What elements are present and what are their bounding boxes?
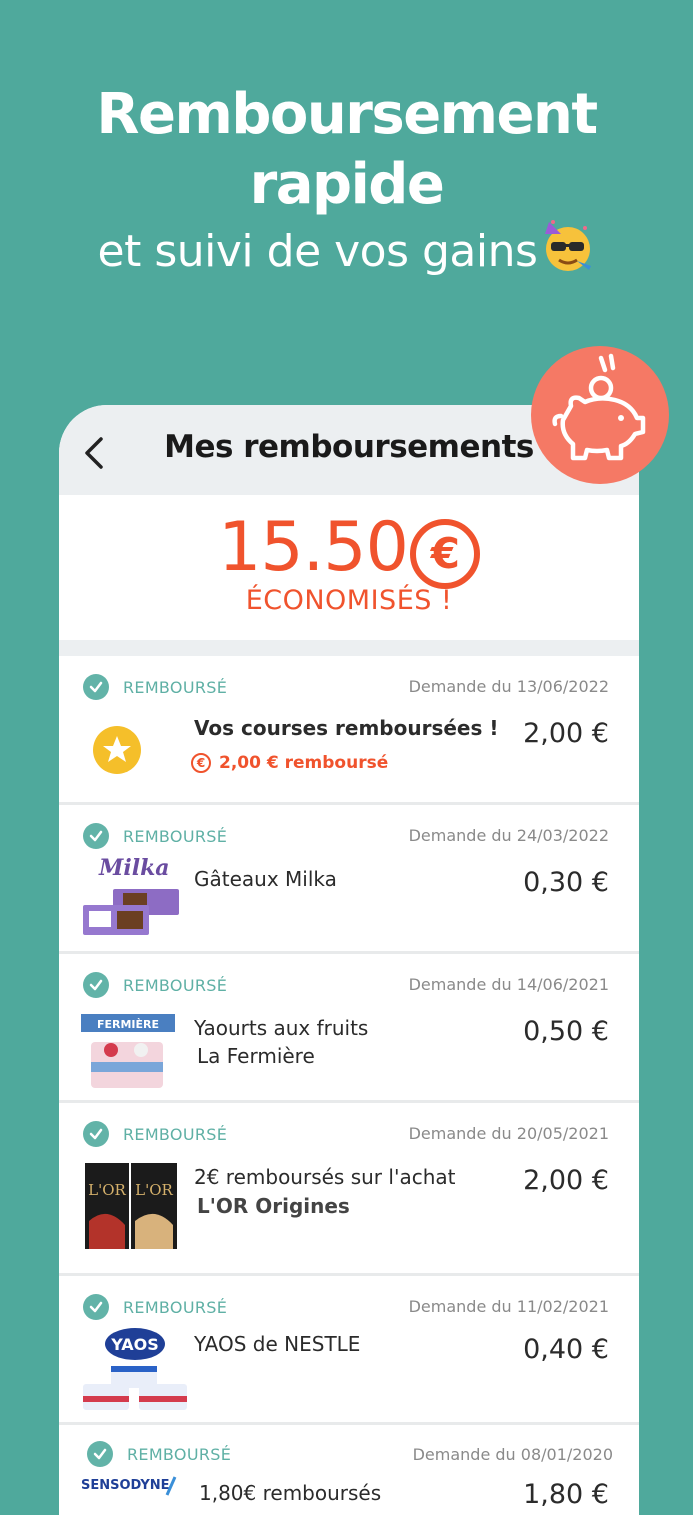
brand-logo-text: Milka [98, 855, 170, 881]
cashback-text: 2,00 € remboursé [219, 753, 389, 773]
savings-label: ÉCONOMISÉS ! [245, 585, 453, 616]
request-date: Demande du 24/03/2022 [408, 826, 609, 845]
status-badge: REMBOURSÉ [123, 677, 228, 697]
hero-subtitle: et suivi de vos gains [0, 220, 693, 282]
hero-title: Remboursement rapide [96, 82, 598, 217]
check-icon [87, 1441, 113, 1467]
item-subtitle: L'OR Origines [197, 1194, 350, 1218]
request-date: Demande du 08/01/2020 [412, 1445, 613, 1464]
status-row: REMBOURSÉ [87, 1441, 231, 1467]
check-icon [83, 1121, 109, 1147]
savings-amount: 15.50 € [59, 509, 639, 589]
piggy-bank-icon [552, 353, 646, 461]
request-date: Demande du 14/06/2021 [408, 975, 609, 994]
refund-list: REMBOURSÉ Demande du 13/06/2022 Vos cour… [59, 656, 639, 1515]
request-date: Demande du 11/02/2021 [408, 1297, 609, 1316]
item-title: 1,80€ remboursés [199, 1481, 382, 1505]
lor-product-image: L'OR L'OR [81, 1161, 181, 1253]
check-icon [83, 1294, 109, 1320]
status-badge: REMBOURSÉ [123, 1297, 228, 1317]
fermiere-product-image: FERMIÈRE [81, 1006, 181, 1090]
item-price: 0,40 € [523, 1334, 609, 1365]
item-title: 2€ remboursés sur l'achat [194, 1165, 456, 1189]
list-item[interactable]: REMBOURSÉ Demande du 13/06/2022 Vos cour… [59, 656, 639, 805]
euro-circle-icon: € [409, 519, 480, 589]
item-price: 0,50 € [523, 1016, 609, 1047]
status-row: REMBOURSÉ [83, 972, 227, 998]
item-price: 2,00 € [523, 718, 609, 749]
phone-screen: Mes remboursements 15.50 € ÉCONOMISÉS ! R… [59, 405, 639, 1515]
euro-icon: € [191, 753, 211, 773]
status-badge: REMBOURSÉ [127, 1444, 232, 1464]
check-icon [83, 972, 109, 998]
item-price: 1,80 € [523, 1479, 609, 1510]
item-subtitle: La Fermière [197, 1044, 315, 1068]
piggy-bank-badge [531, 346, 669, 484]
item-title: Vos courses remboursées ! [194, 716, 499, 740]
check-icon [83, 823, 109, 849]
request-date: Demande du 20/05/2021 [408, 1124, 609, 1143]
list-item[interactable]: REMBOURSÉ Demande du 08/01/2020 SENSODYN… [59, 1425, 639, 1515]
brand-logo-text: FERMIÈRE [97, 1018, 159, 1031]
milka-product-image: Milka [81, 855, 181, 939]
list-item[interactable]: REMBOURSÉ Demande du 11/02/2021 YAOS YAO… [59, 1276, 639, 1425]
list-item[interactable]: REMBOURSÉ Demande du 14/06/2021 FERMIÈRE… [59, 954, 639, 1103]
status-row: REMBOURSÉ [83, 1294, 227, 1320]
item-title: Yaourts aux fruits [194, 1016, 369, 1040]
sensodyne-product-image: SENSODYNE [81, 1473, 181, 1515]
item-price: 2,00 € [523, 1165, 609, 1196]
yaos-product-image: YAOS [81, 1326, 187, 1410]
savings-value: 15.50 [218, 508, 409, 587]
list-item[interactable]: REMBOURSÉ Demande du 24/03/2022 Milka Gâ… [59, 805, 639, 954]
party-face-emoji-icon [541, 220, 595, 274]
cashback-note: €2,00 € remboursé [191, 753, 388, 773]
star-icon [81, 714, 181, 798]
status-badge: REMBOURSÉ [123, 826, 228, 846]
savings-summary: 15.50 € ÉCONOMISÉS ! [59, 495, 639, 656]
brand-logo-text: L'OR [88, 1181, 126, 1199]
list-item[interactable]: REMBOURSÉ Demande du 20/05/2021 L'OR L'O… [59, 1103, 639, 1276]
brand-logo-text: YAOS [110, 1335, 159, 1354]
hero-subtitle-text: et suivi de vos gains [97, 226, 538, 277]
item-price: 0,30 € [523, 867, 609, 898]
status-row: REMBOURSÉ [83, 1121, 227, 1147]
check-icon [83, 674, 109, 700]
item-title: YAOS de NESTLE [194, 1332, 361, 1356]
status-badge: REMBOURSÉ [123, 975, 228, 995]
status-row: REMBOURSÉ [83, 674, 227, 700]
brand-logo-text: SENSODYNE [81, 1478, 170, 1493]
item-title: Gâteaux Milka [194, 867, 337, 891]
brand-logo-text: L'OR [135, 1181, 173, 1199]
hero-banner: Remboursement rapide et suivi de vos gai… [0, 80, 693, 282]
status-badge: REMBOURSÉ [123, 1124, 228, 1144]
status-row: REMBOURSÉ [83, 823, 227, 849]
request-date: Demande du 13/06/2022 [408, 677, 609, 696]
